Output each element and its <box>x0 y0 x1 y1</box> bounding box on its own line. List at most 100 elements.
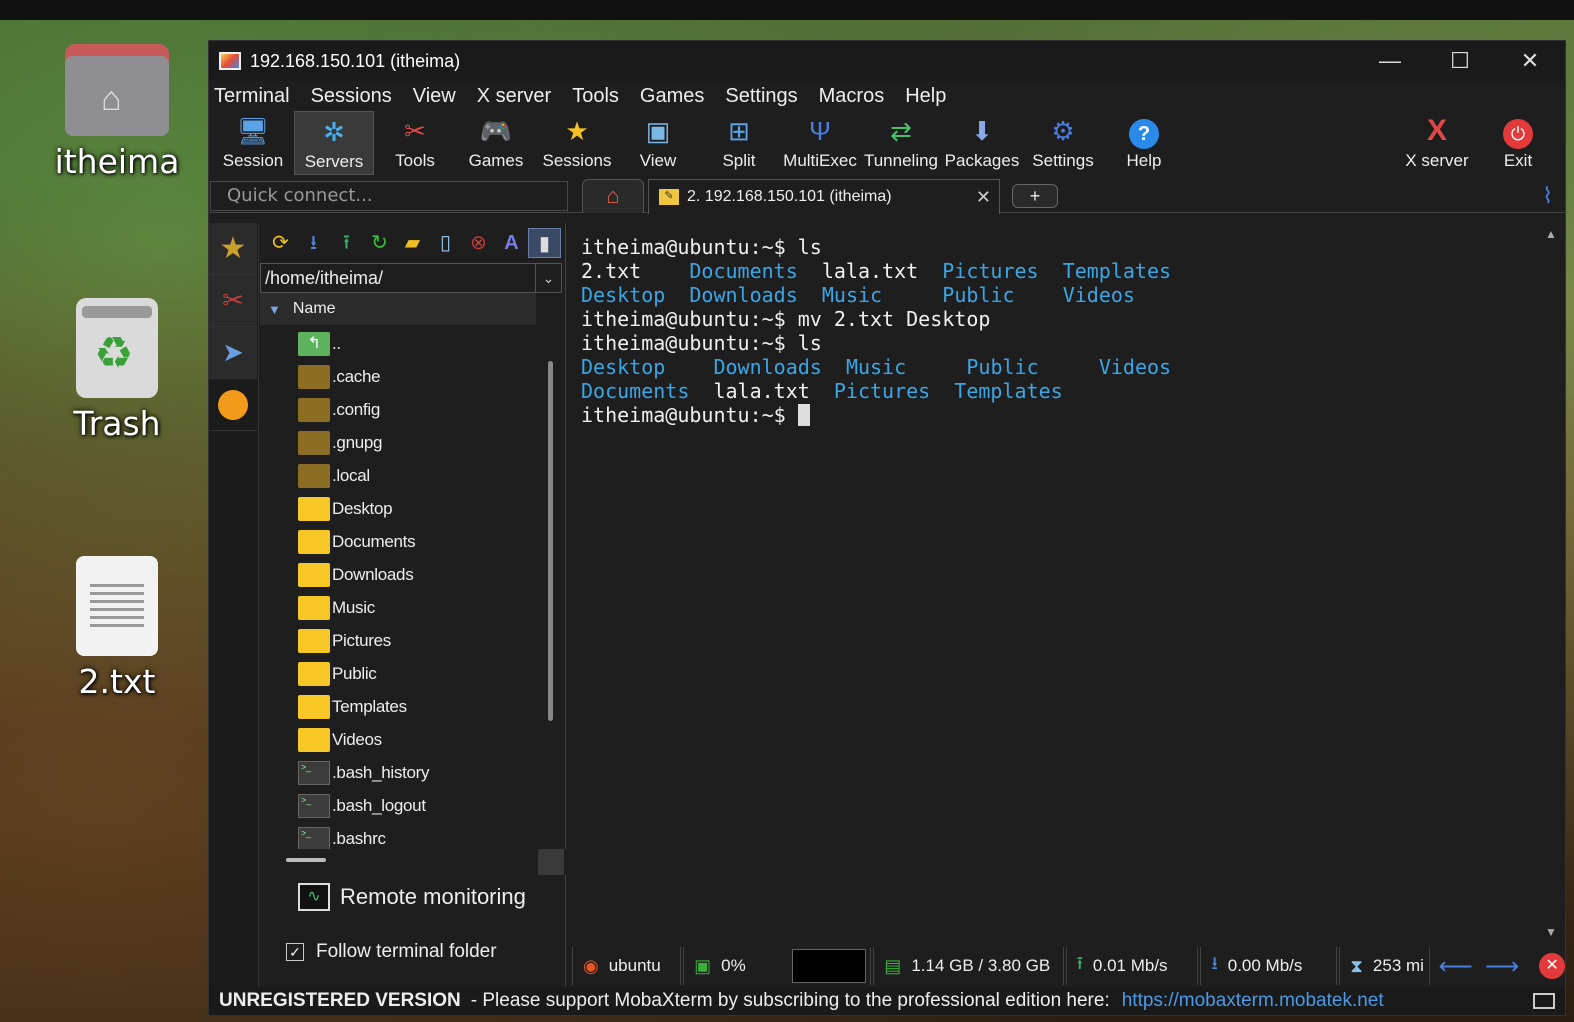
menu-x-server[interactable]: X server <box>477 85 562 108</box>
menu-sessions[interactable]: Sessions <box>311 85 403 108</box>
follow-terminal-toggle[interactable]: ✓ Follow terminal folder <box>286 941 497 963</box>
rename-icon[interactable]: A <box>495 228 528 258</box>
list-item[interactable]: .config <box>260 393 536 426</box>
menu-view[interactable]: View <box>413 85 467 108</box>
toolbar-label: View <box>639 151 677 170</box>
keyboard-icon[interactable] <box>1533 993 1555 1009</box>
new-file-icon[interactable]: ▯ <box>429 228 462 258</box>
toolbar-exit-button[interactable]: ⏻ Exit <box>1478 111 1558 175</box>
tunnel-icon: ⇄ <box>890 116 912 146</box>
menu-tools[interactable]: Tools <box>572 85 630 108</box>
desktop-icon-home[interactable]: ⌂ itheima <box>52 44 182 181</box>
sidebar-macros-button[interactable]: ➤ <box>209 327 257 379</box>
home-icon: ⌂ <box>606 183 620 208</box>
menu-macros[interactable]: Macros <box>819 85 896 108</box>
vertical-scrollbar[interactable] <box>548 361 553 721</box>
list-item[interactable]: Pictures <box>260 624 536 657</box>
quick-connect-input[interactable]: Quick connect... <box>210 180 568 211</box>
menu-settings[interactable]: Settings <box>725 85 808 108</box>
download-file-icon[interactable]: ⭳ <box>297 228 330 258</box>
scroll-thumb[interactable] <box>286 858 326 862</box>
list-item[interactable]: Downloads <box>260 558 536 591</box>
toolbar-servers-button[interactable]: ✲ Servers <box>294 111 374 175</box>
close-button[interactable]: ✕ <box>1495 41 1565 81</box>
refresh-folder-icon[interactable]: ⟳ <box>264 228 297 258</box>
paperclip-icon[interactable]: ⌇ <box>1542 183 1553 209</box>
minimize-button[interactable]: — <box>1355 41 1425 81</box>
new-folder-icon[interactable]: ▰ <box>396 228 429 258</box>
path-input[interactable]: /home/itheima/ ⌄ <box>260 263 562 293</box>
desktop-icon-label: itheima <box>54 142 180 181</box>
arrow-left-icon[interactable]: ⟵ <box>1438 952 1472 981</box>
toolbar-games-button[interactable]: 🎮 Games <box>456 111 536 175</box>
home-tab[interactable]: ⌂ <box>582 179 644 213</box>
sidebar-sessions-button[interactable]: ★ <box>209 223 257 275</box>
desktop-icon-trash[interactable]: ♻ Trash <box>52 298 182 443</box>
maximize-button[interactable]: ☐ <box>1425 41 1495 81</box>
toolbar-tools-button[interactable]: ✂ Tools <box>375 111 455 175</box>
list-item[interactable]: Documents <box>260 525 536 558</box>
toolbar-session-button[interactable]: 🖥 Session <box>213 111 293 175</box>
list-item[interactable]: Templates <box>260 690 536 723</box>
sidebar-tools-button[interactable]: ✂ <box>209 275 257 327</box>
list-item[interactable]: .local <box>260 459 536 492</box>
chevron-down-icon[interactable]: ⌄ <box>535 264 561 292</box>
name-column-header[interactable]: ▼ Name <box>260 293 536 325</box>
terminal-output[interactable]: itheima@ubuntu:~$ ls 2.txt Documents lala… <box>572 223 1538 943</box>
toolbar-split-button[interactable]: ⊞ Split <box>699 111 779 175</box>
title-bar[interactable]: 192.168.150.101 (itheima) — ☐ ✕ <box>209 41 1565 81</box>
toggle-panel-icon[interactable]: ▮ <box>528 228 561 258</box>
terminal-line: itheima@ubuntu:~$ ls <box>581 331 1538 355</box>
menu-games[interactable]: Games <box>640 85 715 108</box>
toolbar-tunneling-button[interactable]: ⇄ Tunneling <box>861 111 941 175</box>
close-status-icon[interactable]: ✕ <box>1539 953 1565 979</box>
terminal-scrollbar[interactable]: ▲ ▼ <box>1539 223 1565 943</box>
menu-help[interactable]: Help <box>905 85 957 108</box>
toolbar-help-button[interactable]: ? Help <box>1104 111 1184 175</box>
toolbar-x-server-button[interactable]: X X server <box>1397 111 1477 175</box>
list-item[interactable]: Public <box>260 657 536 690</box>
status-download-label: 0.00 Mb/s <box>1227 956 1303 975</box>
menu-terminal[interactable]: Terminal <box>214 85 301 108</box>
horizontal-scrollbar[interactable] <box>260 849 566 875</box>
tab-row: Quick connect... ⌂ ✎ 2. 192.168.150.101 … <box>209 179 1565 214</box>
terminal-text: itheima@ubuntu:~$ <box>581 403 798 427</box>
folder-icon <box>298 397 330 422</box>
mobatek-link[interactable]: https://mobaxterm.mobatek.net <box>1122 990 1384 1012</box>
delete-icon[interactable]: ⊗ <box>462 228 495 258</box>
reload-icon[interactable]: ↻ <box>363 228 396 258</box>
tab-close-icon[interactable]: ✕ <box>976 187 991 208</box>
toolbar-label: Sessions <box>542 151 612 170</box>
scroll-down-icon[interactable]: ▼ <box>1545 925 1557 939</box>
list-item[interactable]: >_ .bash_history <box>260 756 536 789</box>
toolbar-packages-button[interactable]: ⬇ Packages <box>942 111 1022 175</box>
toolbar-sessions-button[interactable]: ★ Sessions <box>537 111 617 175</box>
fork-icon: Ψ <box>809 116 831 146</box>
list-item[interactable]: >_ .bash_logout <box>260 789 536 822</box>
list-item[interactable]: .gnupg <box>260 426 536 459</box>
session-tab[interactable]: ✎ 2. 192.168.150.101 (itheima) ✕ <box>648 179 1000 214</box>
split-icon: ⊞ <box>728 116 750 146</box>
toolbar-view-button[interactable]: ▣ View <box>618 111 698 175</box>
arrow-right-icon[interactable]: ⟶ <box>1485 952 1519 981</box>
sidebar-sftp-button[interactable] <box>209 379 257 431</box>
list-item[interactable]: Music <box>260 591 536 624</box>
list-item[interactable]: ↰.. <box>260 327 536 360</box>
list-item[interactable]: Videos <box>260 723 536 756</box>
terminal-text: itheima@ubuntu:~$ ls <box>581 331 822 355</box>
desktop-icon-file[interactable]: 2.txt <box>52 556 182 701</box>
remote-monitoring-button[interactable]: ∿ Remote monitoring <box>298 883 526 911</box>
upload-file-icon[interactable]: ⭱ <box>330 228 363 258</box>
folder-icon <box>298 628 330 653</box>
scroll-up-icon[interactable]: ▲ <box>1545 227 1557 241</box>
toolbar-multiexec-button[interactable]: Ψ MultiExec <box>780 111 860 175</box>
toolbar-label: Games <box>468 151 524 170</box>
list-item[interactable]: Desktop <box>260 492 536 525</box>
status-upload: ⭱ 0.01 Mb/s <box>1065 947 1199 985</box>
new-tab-button[interactable]: + <box>1012 184 1058 208</box>
globe-icon <box>218 389 248 420</box>
toolbar-settings-button[interactable]: ⚙ Settings <box>1023 111 1103 175</box>
follow-terminal-checkbox[interactable]: ✓ <box>286 943 304 961</box>
list-item[interactable]: .cache <box>260 360 536 393</box>
